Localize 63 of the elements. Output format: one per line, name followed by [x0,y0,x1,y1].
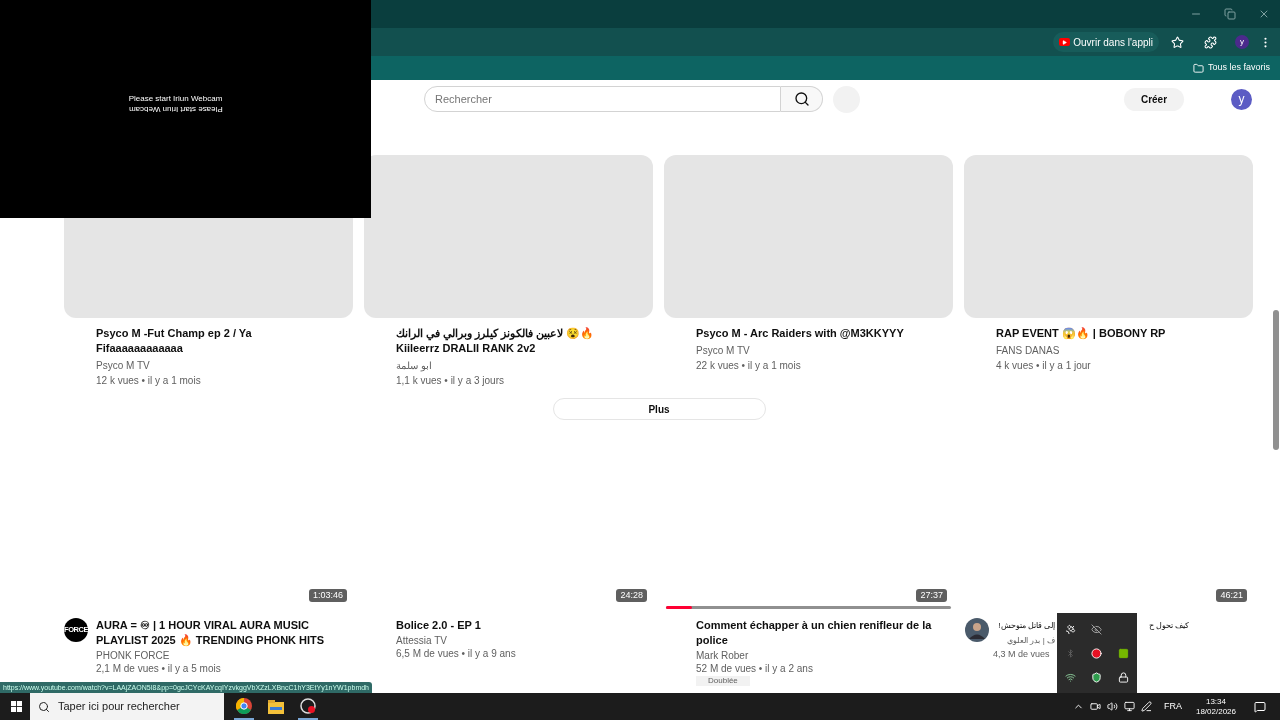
channel-name[interactable]: ف | بدر العلوي [1007,634,1055,647]
channel-name[interactable]: Mark Rober [696,649,937,662]
extensions-icon[interactable] [1204,35,1217,49]
search-button[interactable] [781,86,823,112]
video-duration: 24:28 [616,589,647,602]
network-icon[interactable] [1064,671,1076,683]
channel-avatar[interactable] [965,618,989,642]
open-in-app-button[interactable]: Ouvrir dans l'appli [1053,32,1159,52]
video-meta: 22 k vues • il y a 1 mois [696,359,802,373]
channel-name[interactable]: FANS DANAS [996,343,1237,358]
recorder-icon[interactable] [1091,647,1103,659]
bookmarks-folder[interactable]: Tous les favoris [1192,61,1270,75]
video-meta: 2,1 M de vues • il y a 5 mois [96,662,222,676]
taskbar-search-field[interactable]: Taper ici pour rechercher [30,693,224,720]
video-meta: 1,1 k vues • il y a 3 jours [396,374,505,388]
windows-start-icon[interactable] [11,701,22,712]
dubbed-badge: Doublée [696,676,750,686]
video-meta: 4 k vues • il y a 1 jour [996,359,1092,373]
bookmark-star-icon[interactable] [1171,35,1184,49]
create-button[interactable]: Créer [1124,87,1184,111]
channel-name[interactable]: Psyco M TV [696,343,937,358]
video-title[interactable]: Bolice 2.0 - EP 1 [396,618,516,633]
video-title-fragment[interactable]: إلى قاتل متوحش! [998,618,1055,633]
security-icon[interactable] [1091,671,1103,683]
video-duration: 27:37 [916,589,947,602]
webcam-message: Please start Iriun Webcam [128,94,223,104]
taskbar-search-placeholder: Taper ici pour rechercher [58,699,180,715]
video-meta: 6,5 M de vues • il y a 9 ans [396,647,516,661]
eye-off-icon[interactable] [1091,623,1103,635]
lock-icon[interactable] [1118,671,1130,683]
volume-icon[interactable] [1106,701,1118,712]
channel-name[interactable]: Attessia TV [396,634,516,647]
video-title[interactable]: Psyco M -Fut Champ ep 2 / Ya Fifaaaaaaaaaaaa [96,326,337,356]
video-title[interactable]: RAP EVENT 😱🔥 | BOBONY RP [996,326,1237,341]
video-meta: 4,3 M de vues [993,648,1050,661]
channel-name[interactable]: ابو سلمة [396,358,637,373]
language-indicator[interactable]: FRA [1163,699,1182,714]
notifications-icon[interactable] [1254,700,1266,713]
close-icon[interactable] [1258,8,1270,20]
restore-icon[interactable] [1224,8,1236,20]
video-title-fragment[interactable]: كيف تحول ح [1149,618,1190,633]
youtube-icon [1059,38,1071,46]
account-avatar[interactable]: y [1231,88,1252,110]
search-icon [793,91,810,107]
channel-name[interactable]: Psyco M TV [96,358,337,373]
video-title[interactable]: Psyco M - Arc Raiders with @M3KKYYY [696,326,937,341]
video-title[interactable]: Comment échapper à un chien renifleur de la police [696,618,937,648]
video-duration: 46:21 [1216,589,1247,602]
profile-avatar[interactable]: y [1235,35,1249,49]
search-icon [38,700,50,713]
satellite-icon[interactable] [1064,623,1076,635]
video-duration: 1:03:46 [308,589,347,602]
camera-icon[interactable] [1089,701,1101,712]
video-meta: 52 M de vues • il y a 2 ans [696,662,814,676]
mirrored-webcam-message: Please start Iriun Webcam [128,104,223,114]
clock[interactable]: 13:34 18/02/2026 [1195,696,1236,717]
video-title[interactable]: لاعبين فالكونز كيلرز وبرالي في الرانك 😵🔥 Kiileerrz DRALII RANK 2v2 [396,326,637,356]
pen-icon[interactable] [1140,701,1152,712]
folder-icon [1192,62,1204,74]
channel-name[interactable]: PHONK FORCE [96,649,337,662]
monitor-icon[interactable] [1123,701,1135,712]
video-meta: 12 k vues • il y a 1 mois [96,374,202,388]
video-title[interactable]: AURA = ♾ | 1 HOUR VIRAL AURA MUSIC PLAYLIST 2025 🔥 TRENDING PHONK HITS [96,618,337,648]
